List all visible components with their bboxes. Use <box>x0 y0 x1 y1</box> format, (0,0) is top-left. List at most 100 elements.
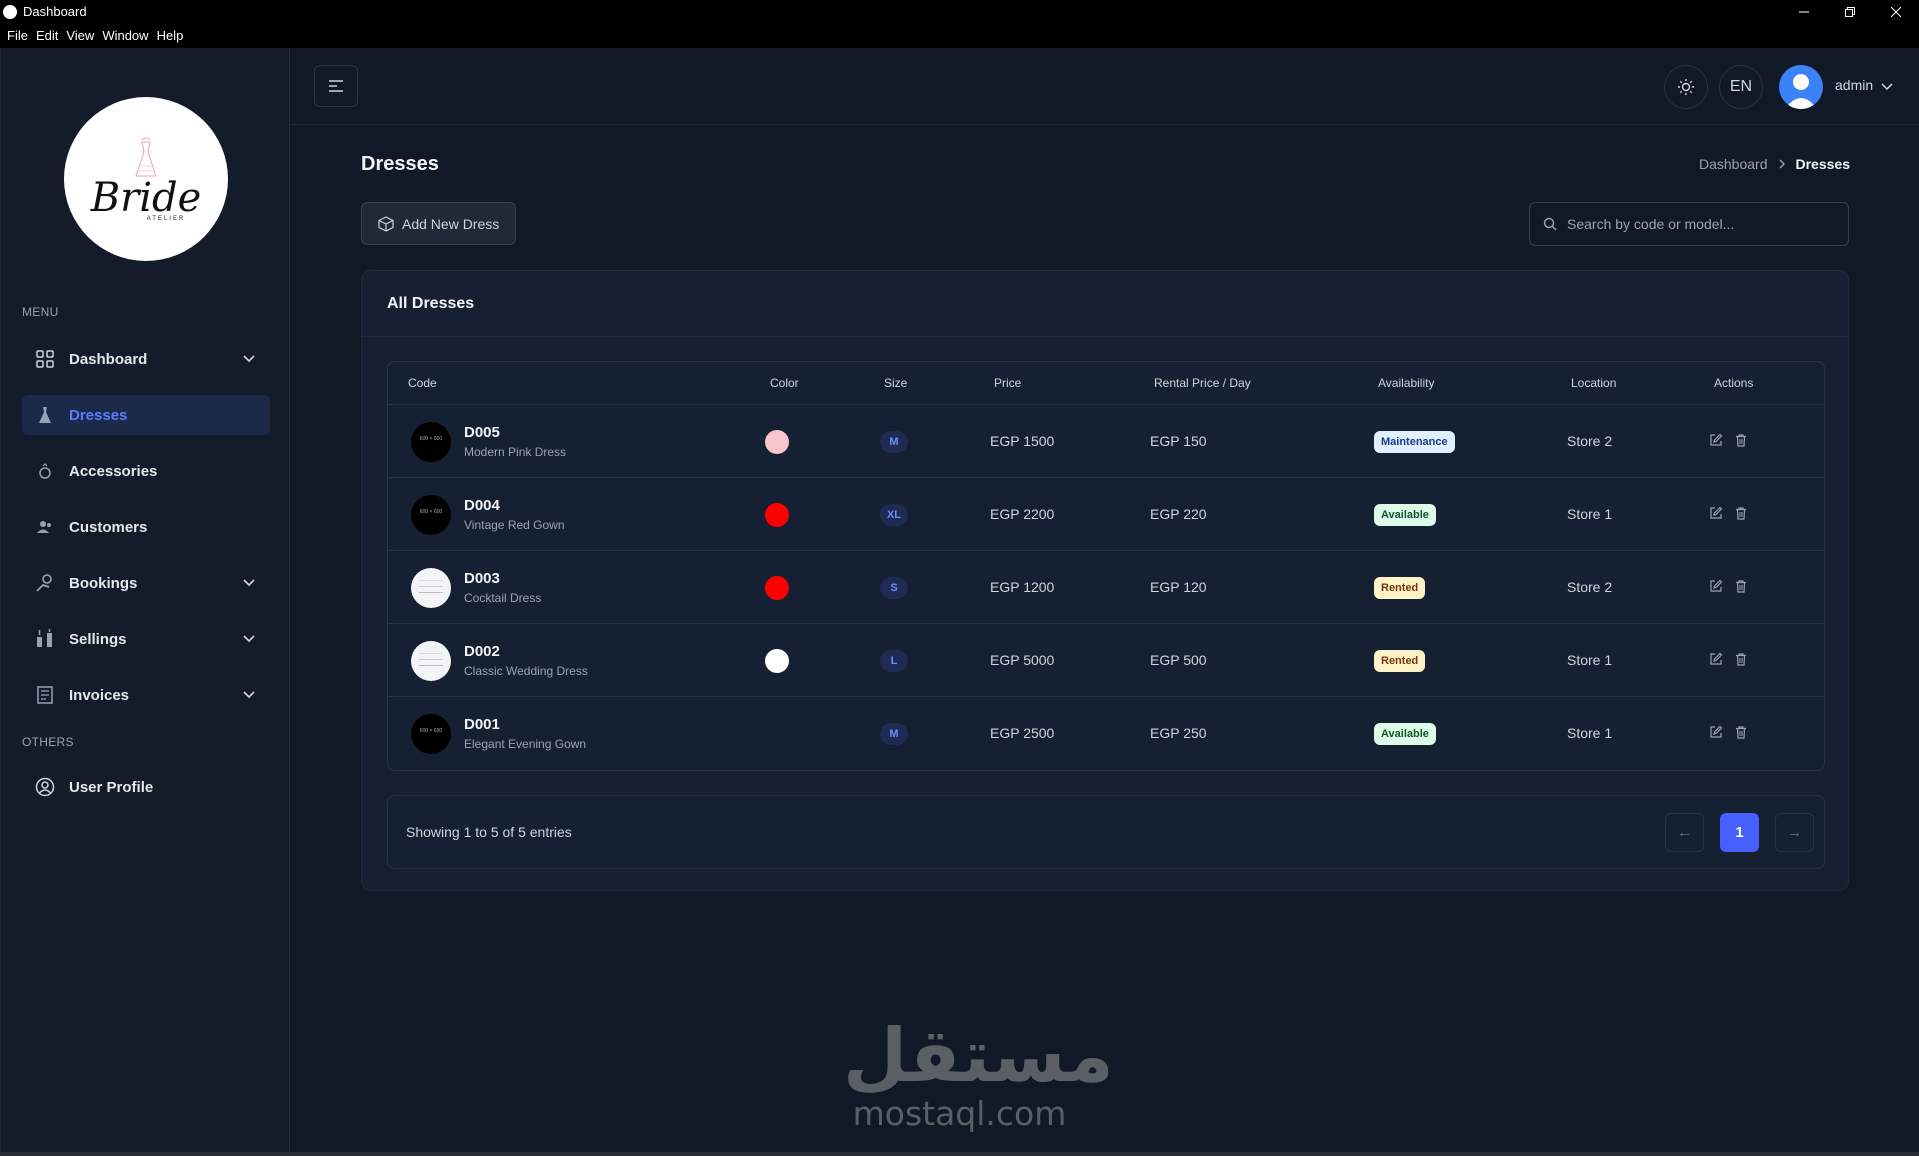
dresses-card: All Dresses Code Color Size Price Rental… <box>361 270 1849 891</box>
window-title: Dashboard <box>23 4 87 19</box>
top-header: EN admin <box>291 48 1919 125</box>
column-header-price: Price <box>994 376 1022 390</box>
menu-window[interactable]: Window <box>102 28 148 43</box>
edit-icon[interactable] <box>1709 725 1723 739</box>
dress-rental-price: EGP 250 <box>1150 725 1207 741</box>
dress-model: Vintage Red Gown <box>464 518 565 532</box>
menu-file[interactable]: File <box>7 28 28 43</box>
close-button[interactable] <box>1873 0 1919 23</box>
add-new-dress-label: Add New Dress <box>402 215 500 232</box>
others-section-label: OTHERS <box>22 735 74 749</box>
close-icon <box>1891 6 1901 17</box>
box-icon <box>378 215 394 232</box>
menu-view[interactable]: View <box>66 28 94 43</box>
minimize-button[interactable] <box>1781 0 1827 23</box>
watermark-arabic: مستقل <box>843 1013 1114 1099</box>
column-header-code: Code <box>408 376 437 390</box>
chevron-down-icon <box>243 635 255 643</box>
trash-icon[interactable] <box>1734 652 1748 666</box>
card-header: All Dresses <box>362 271 1848 337</box>
sellings-icon <box>35 629 55 649</box>
sun-icon <box>1678 79 1694 95</box>
size-badge: M <box>880 723 908 745</box>
dress-thumbnail <box>411 568 451 608</box>
avatar[interactable] <box>1779 65 1823 109</box>
edit-icon[interactable] <box>1709 506 1723 520</box>
add-new-dress-button[interactable]: Add New Dress <box>361 202 516 245</box>
sidebar-toggle-button[interactable] <box>314 65 358 107</box>
pagination-prev-button[interactable]: ← <box>1665 813 1704 852</box>
menu-help[interactable]: Help <box>157 28 184 43</box>
pagination-page-1[interactable]: 1 <box>1720 813 1759 852</box>
restore-icon <box>1845 6 1855 17</box>
theme-toggle-button[interactable] <box>1664 65 1708 109</box>
sidebar-item-customers[interactable]: Customers <box>22 507 270 547</box>
language-button[interactable]: EN <box>1719 65 1763 109</box>
search-input[interactable] <box>1567 216 1827 232</box>
grid-icon <box>35 349 55 369</box>
sidebar-item-invoices[interactable]: Invoices <box>22 675 270 715</box>
chevron-down-icon[interactable] <box>1881 80 1893 92</box>
dress-code: D004 <box>464 497 500 514</box>
dress-location: Store 2 <box>1567 579 1613 595</box>
pagination-next-button[interactable]: → <box>1775 813 1814 852</box>
size-badge: M <box>880 431 908 453</box>
invoice-icon <box>35 685 55 705</box>
brand-logo[interactable]: Bride ATELIER <box>64 97 228 261</box>
breadcrumb: Dashboard Dresses <box>1699 156 1850 172</box>
trash-icon[interactable] <box>1734 506 1748 520</box>
color-swatch <box>765 430 789 454</box>
chevron-down-icon <box>243 579 255 587</box>
sidebar-item-accessories[interactable]: Accessories <box>22 451 270 491</box>
table-row: D005 Modern Pink Dress M EGP 1500 EGP 150 Mai… <box>388 405 1824 478</box>
size-badge: L <box>880 650 908 672</box>
status-badge: Available <box>1374 504 1436 526</box>
sidebar-item-label: Sellings <box>69 630 127 648</box>
table-row: D002 Classic Wedding Dress L EGP 5000 EGP 50… <box>388 624 1824 697</box>
dress-icon <box>35 405 55 425</box>
dress-location: Store 1 <box>1567 506 1613 522</box>
dress-model: Classic Wedding Dress <box>464 664 588 678</box>
sidebar-item-bookings[interactable]: Bookings <box>22 563 270 603</box>
dress-code: D003 <box>464 570 500 587</box>
menu-edit[interactable]: Edit <box>36 28 58 43</box>
column-header-rental: Rental Price / Day <box>1154 376 1251 390</box>
sidebar-item-user-profile[interactable]: User Profile <box>22 767 270 807</box>
restore-button[interactable] <box>1827 0 1873 23</box>
table-row: D003 Cocktail Dress S EGP 1200 EGP 120 Rented… <box>388 551 1824 624</box>
trash-icon[interactable] <box>1734 725 1748 739</box>
status-badge: Maintenance <box>1374 431 1455 453</box>
user-name[interactable]: admin <box>1835 77 1873 93</box>
trash-icon[interactable] <box>1734 433 1748 447</box>
dress-price: EGP 2200 <box>990 506 1055 522</box>
booking-icon <box>35 573 55 593</box>
trash-icon[interactable] <box>1734 579 1748 593</box>
dress-model: Cocktail Dress <box>464 591 542 605</box>
dress-location: Store 1 <box>1567 725 1613 741</box>
dress-thumbnail <box>411 714 451 754</box>
dress-rental-price: EGP 150 <box>1150 433 1207 449</box>
dress-location: Store 1 <box>1567 652 1613 668</box>
sidebar-item-label: Accessories <box>69 462 158 480</box>
size-badge: S <box>880 577 908 599</box>
color-swatch <box>765 649 789 673</box>
menu-section-label: MENU <box>22 305 59 319</box>
dress-model: Elegant Evening Gown <box>464 737 587 751</box>
size-badge: XL <box>880 504 908 526</box>
edit-icon[interactable] <box>1709 579 1723 593</box>
column-header-availability: Availability <box>1378 376 1435 390</box>
sidebar-item-dashboard[interactable]: Dashboard <box>22 339 270 379</box>
edit-icon[interactable] <box>1709 433 1723 447</box>
dress-thumbnail <box>411 495 451 535</box>
column-header-color: Color <box>770 376 799 390</box>
sidebar-item-label: Invoices <box>69 686 130 704</box>
color-swatch <box>765 503 789 527</box>
status-badge: Rented <box>1374 650 1426 672</box>
dress-thumbnail <box>411 641 451 681</box>
breadcrumb-dashboard[interactable]: Dashboard <box>1699 156 1768 172</box>
sidebar-item-dresses[interactable]: Dresses <box>22 395 270 435</box>
app-icon <box>3 4 17 19</box>
watermark-latin: mostaql.com <box>852 1094 1067 1133</box>
edit-icon[interactable] <box>1709 652 1723 666</box>
sidebar-item-sellings[interactable]: Sellings <box>22 619 270 659</box>
